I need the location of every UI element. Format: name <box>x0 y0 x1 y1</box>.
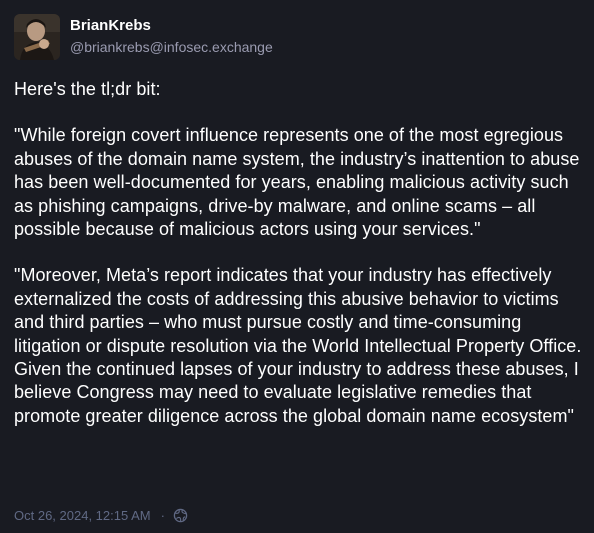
globe-icon <box>173 508 188 523</box>
post-meta: Oct 26, 2024, 12:15 AM · <box>14 506 188 524</box>
post-content: Here's the tl;dr bit: "While foreign cov… <box>14 78 582 428</box>
post-paragraph: Here's the tl;dr bit: <box>14 79 161 99</box>
post-timestamp[interactable]: Oct 26, 2024, 12:15 AM <box>14 508 151 523</box>
post-header: BrianKrebs @briankrebs@infosec.exchange <box>14 13 580 61</box>
avatar[interactable] <box>14 14 60 60</box>
post-paragraph: "While foreign covert influence represen… <box>14 125 580 240</box>
meta-separator: · <box>160 507 165 523</box>
author-info: BrianKrebs @briankrebs@infosec.exchange <box>70 16 273 57</box>
status-post: BrianKrebs @briankrebs@infosec.exchange … <box>0 0 594 533</box>
account-handle[interactable]: @briankrebs@infosec.exchange <box>70 37 273 57</box>
post-paragraph: "Moreover, Meta’s report indicates that … <box>14 265 582 426</box>
display-name[interactable]: BrianKrebs <box>70 16 273 36</box>
